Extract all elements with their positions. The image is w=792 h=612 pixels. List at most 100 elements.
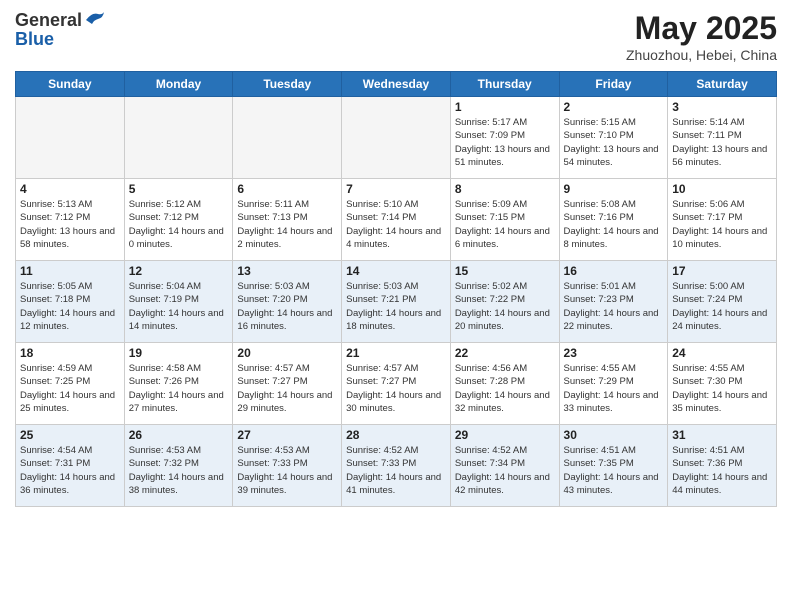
logo-general: General — [15, 10, 82, 31]
day-info: Sunrise: 4:59 AMSunset: 7:25 PMDaylight:… — [20, 362, 120, 415]
day-number: 23 — [564, 346, 664, 360]
day-info: Sunrise: 4:57 AMSunset: 7:27 PMDaylight:… — [346, 362, 446, 415]
day-number: 10 — [672, 182, 772, 196]
day-number: 15 — [455, 264, 555, 278]
day-number: 24 — [672, 346, 772, 360]
day-number: 11 — [20, 264, 120, 278]
day-info: Sunrise: 4:56 AMSunset: 7:28 PMDaylight:… — [455, 362, 555, 415]
calendar-cell: 19 Sunrise: 4:58 AMSunset: 7:26 PMDayligh… — [124, 343, 233, 425]
title-block: May 2025 Zhuozhou, Hebei, China — [626, 10, 777, 63]
calendar-cell: 9Sunrise: 5:08 AMSunset: 7:16 PMDaylight… — [559, 179, 668, 261]
calendar-cell: 21 Sunrise: 4:57 AMSunset: 7:27 PMDayligh… — [342, 343, 451, 425]
day-info: Sunrise: 5:01 AMSunset: 7:23 PMDaylight:… — [564, 280, 664, 333]
day-number: 4 — [20, 182, 120, 196]
day-info: Sunrise: 5:14 AMSunset: 7:11 PMDaylight:… — [672, 116, 772, 169]
calendar-week-3: 11 Sunrise: 5:05 AMSunset: 7:18 PMDayligh… — [16, 261, 777, 343]
calendar-cell — [124, 97, 233, 179]
logo: General Blue — [15, 10, 106, 50]
day-info: Sunrise: 5:03 AMSunset: 7:20 PMDaylight:… — [237, 280, 337, 333]
day-number: 13 — [237, 264, 337, 278]
calendar-cell: 13 Sunrise: 5:03 AMSunset: 7:20 PMDayligh… — [233, 261, 342, 343]
day-info: Sunrise: 5:11 AMSunset: 7:13 PMDaylight:… — [237, 198, 337, 251]
calendar-cell — [16, 97, 125, 179]
calendar-cell: 7 Sunrise: 5:10 AMSunset: 7:14 PMDaylight… — [342, 179, 451, 261]
weekday-header-row: SundayMondayTuesdayWednesdayThursdayFrid… — [16, 72, 777, 97]
day-number: 1 — [455, 100, 555, 114]
calendar-cell: 30Sunrise: 4:51 AMSunset: 7:35 PMDayligh… — [559, 425, 668, 507]
calendar-cell: 31Sunrise: 4:51 AMSunset: 7:36 PMDayligh… — [668, 425, 777, 507]
calendar-cell: 15 Sunrise: 5:02 AMSunset: 7:22 PMDayligh… — [450, 261, 559, 343]
day-info: Sunrise: 5:06 AMSunset: 7:17 PMDaylight:… — [672, 198, 772, 251]
day-info: Sunrise: 5:05 AMSunset: 7:18 PMDaylight:… — [20, 280, 120, 333]
day-number: 3 — [672, 100, 772, 114]
day-number: 6 — [237, 182, 337, 196]
calendar-cell: 5 Sunrise: 5:12 AMSunset: 7:12 PMDaylight… — [124, 179, 233, 261]
logo-bird-icon — [84, 10, 106, 28]
calendar-cell: 26 Sunrise: 4:53 AMSunset: 7:32 PMDayligh… — [124, 425, 233, 507]
calendar-cell — [233, 97, 342, 179]
calendar-cell: 10 Sunrise: 5:06 AMSunset: 7:17 PMDayligh… — [668, 179, 777, 261]
weekday-header-wednesday: Wednesday — [342, 72, 451, 97]
day-info: Sunrise: 5:00 AMSunset: 7:24 PMDaylight:… — [672, 280, 772, 333]
day-info: Sunrise: 4:54 AMSunset: 7:31 PMDaylight:… — [20, 444, 120, 497]
day-number: 14 — [346, 264, 446, 278]
day-number: 22 — [455, 346, 555, 360]
day-number: 25 — [20, 428, 120, 442]
weekday-header-friday: Friday — [559, 72, 668, 97]
calendar-cell: 25 Sunrise: 4:54 AMSunset: 7:31 PMDayligh… — [16, 425, 125, 507]
day-number: 9 — [564, 182, 664, 196]
day-number: 28 — [346, 428, 446, 442]
day-info: Sunrise: 4:52 AMSunset: 7:33 PMDaylight:… — [346, 444, 446, 497]
day-info: Sunrise: 5:15 AMSunset: 7:10 PMDaylight:… — [564, 116, 664, 169]
day-info: Sunrise: 5:02 AMSunset: 7:22 PMDaylight:… — [455, 280, 555, 333]
header: General Blue May 2025 Zhuozhou, Hebei, C… — [15, 10, 777, 63]
weekday-header-tuesday: Tuesday — [233, 72, 342, 97]
day-info: Sunrise: 4:52 AMSunset: 7:34 PMDaylight:… — [455, 444, 555, 497]
weekday-header-thursday: Thursday — [450, 72, 559, 97]
day-number: 18 — [20, 346, 120, 360]
day-info: Sunrise: 4:58 AMSunset: 7:26 PMDaylight:… — [129, 362, 229, 415]
calendar-cell: 14 Sunrise: 5:03 AMSunset: 7:21 PMDayligh… — [342, 261, 451, 343]
calendar-cell: 11 Sunrise: 5:05 AMSunset: 7:18 PMDayligh… — [16, 261, 125, 343]
calendar-cell: 4Sunrise: 5:13 AMSunset: 7:12 PMDaylight… — [16, 179, 125, 261]
calendar-cell: 2 Sunrise: 5:15 AMSunset: 7:10 PMDaylight… — [559, 97, 668, 179]
weekday-header-monday: Monday — [124, 72, 233, 97]
day-info: Sunrise: 5:09 AMSunset: 7:15 PMDaylight:… — [455, 198, 555, 251]
day-number: 5 — [129, 182, 229, 196]
calendar-week-5: 25 Sunrise: 4:54 AMSunset: 7:31 PMDayligh… — [16, 425, 777, 507]
day-number: 7 — [346, 182, 446, 196]
day-number: 19 — [129, 346, 229, 360]
day-info: Sunrise: 5:17 AMSunset: 7:09 PMDaylight:… — [455, 116, 555, 169]
calendar-cell: 29Sunrise: 4:52 AMSunset: 7:34 PMDayligh… — [450, 425, 559, 507]
day-number: 16 — [564, 264, 664, 278]
calendar-cell: 27Sunrise: 4:53 AMSunset: 7:33 PMDayligh… — [233, 425, 342, 507]
day-number: 20 — [237, 346, 337, 360]
day-number: 12 — [129, 264, 229, 278]
day-number: 2 — [564, 100, 664, 114]
day-number: 26 — [129, 428, 229, 442]
calendar-table: SundayMondayTuesdayWednesdayThursdayFrid… — [15, 71, 777, 507]
day-info: Sunrise: 5:12 AMSunset: 7:12 PMDaylight:… — [129, 198, 229, 251]
calendar-cell: 8 Sunrise: 5:09 AMSunset: 7:15 PMDaylight… — [450, 179, 559, 261]
day-info: Sunrise: 4:51 AMSunset: 7:35 PMDaylight:… — [564, 444, 664, 497]
day-number: 8 — [455, 182, 555, 196]
day-info: Sunrise: 4:55 AMSunset: 7:29 PMDaylight:… — [564, 362, 664, 415]
calendar-week-2: 4Sunrise: 5:13 AMSunset: 7:12 PMDaylight… — [16, 179, 777, 261]
location-subtitle: Zhuozhou, Hebei, China — [626, 47, 777, 63]
page: General Blue May 2025 Zhuozhou, Hebei, C… — [0, 0, 792, 612]
day-info: Sunrise: 5:03 AMSunset: 7:21 PMDaylight:… — [346, 280, 446, 333]
day-info: Sunrise: 4:53 AMSunset: 7:32 PMDaylight:… — [129, 444, 229, 497]
day-number: 21 — [346, 346, 446, 360]
day-number: 27 — [237, 428, 337, 442]
calendar-cell: 28 Sunrise: 4:52 AMSunset: 7:33 PMDayligh… — [342, 425, 451, 507]
calendar-cell: 1 Sunrise: 5:17 AMSunset: 7:09 PMDaylight… — [450, 97, 559, 179]
day-info: Sunrise: 5:10 AMSunset: 7:14 PMDaylight:… — [346, 198, 446, 251]
day-info: Sunrise: 4:57 AMSunset: 7:27 PMDaylight:… — [237, 362, 337, 415]
day-info: Sunrise: 4:51 AMSunset: 7:36 PMDaylight:… — [672, 444, 772, 497]
day-info: Sunrise: 5:04 AMSunset: 7:19 PMDaylight:… — [129, 280, 229, 333]
calendar-cell: 17Sunrise: 5:00 AMSunset: 7:24 PMDayligh… — [668, 261, 777, 343]
calendar-week-1: 1 Sunrise: 5:17 AMSunset: 7:09 PMDaylight… — [16, 97, 777, 179]
weekday-header-saturday: Saturday — [668, 72, 777, 97]
calendar-cell — [342, 97, 451, 179]
calendar-cell: 20 Sunrise: 4:57 AMSunset: 7:27 PMDayligh… — [233, 343, 342, 425]
